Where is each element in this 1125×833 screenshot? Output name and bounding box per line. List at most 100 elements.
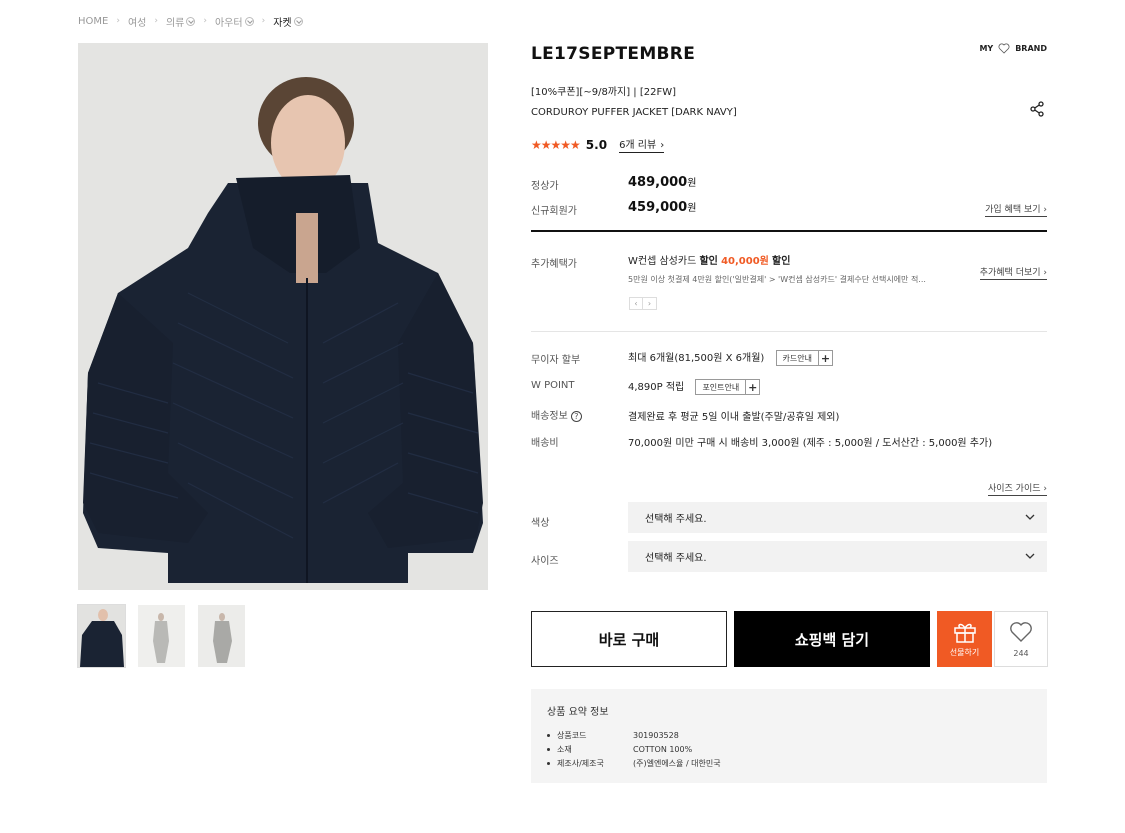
rating-score: 5.0 (585, 137, 608, 152)
breadcrumb-label[interactable]: 자켓 (273, 14, 291, 29)
gift-icon (953, 623, 976, 643)
fee-value: 70,000원 미만 구매 시 배송비 3,000원 (제주 : 5,000원 … (628, 438, 993, 449)
thumbnail-image (138, 605, 185, 667)
breadcrumb: HOME › 여성 › 의류 › 아우터 › 자켓 (78, 14, 303, 29)
summary-value: 301903528 (633, 730, 679, 740)
point-guide-label: 포인트안내 (702, 382, 740, 392)
benefit-title: W컨셉 삼성카드 할인 40,000원 할인 (628, 252, 790, 267)
regular-price: 489,000원 (628, 174, 696, 190)
product-summary: 상품 요약 정보 상품코드 301903528 소재 COTTON 100% 제… (531, 689, 1047, 783)
member-price: 459,000원 (628, 199, 696, 215)
product-photo (78, 43, 488, 590)
thumbnail-3[interactable] (198, 605, 245, 667)
thumbnail-list (77, 604, 245, 668)
divider (531, 230, 1047, 232)
heart-icon[interactable] (998, 43, 1010, 54)
review-count[interactable]: 6개 리뷰 (619, 140, 656, 151)
benefit-discount-word: 할인 (699, 256, 718, 267)
product-main-image[interactable] (78, 43, 488, 590)
summary-key: 제조사/제조국 (547, 758, 633, 769)
plus-icon: + (745, 380, 759, 394)
shipping-value: 결제완료 후 평균 5일 이내 출발(주말/공휴일 제외) (628, 412, 840, 423)
installment-label: 무이자 할부 (531, 355, 581, 366)
divider (531, 331, 1047, 332)
my-brand-toggle[interactable]: MY BRAND (979, 43, 1047, 54)
currency: 원 (687, 178, 697, 189)
breadcrumb-label[interactable]: 여성 (128, 14, 146, 29)
breadcrumb-clothing[interactable]: › 의류 (146, 14, 196, 29)
summary-row: 소재 COTTON 100% (547, 742, 1031, 756)
brand-label: BRAND (1015, 44, 1047, 53)
my-label: MY (979, 44, 994, 53)
card-guide-label: 카드안내 (782, 353, 812, 363)
summary-row: 제조사/제조국 (주)엘엔에스율 / 대한민국 (547, 756, 1031, 770)
chevron-right-icon: › (116, 16, 120, 26)
gift-label: 선물하기 (949, 647, 980, 657)
brand-name[interactable]: LE17SEPTEMBRE (531, 44, 695, 64)
breadcrumb-home[interactable]: HOME (78, 16, 108, 27)
heart-icon (1010, 621, 1032, 642)
summary-key: 상품코드 (547, 730, 633, 741)
currency: 원 (687, 203, 697, 214)
installment-row: 최대 6개월(81,500원 X 6개월) 카드안내 + (628, 349, 833, 366)
review-link[interactable]: 6개 리뷰 › (619, 136, 665, 153)
summary-key: 소재 (547, 744, 633, 755)
more-benefit-link[interactable]: 추가혜택 더보기 › (979, 265, 1047, 280)
chevron-right-icon: › (203, 16, 207, 26)
like-button[interactable]: 244 (994, 611, 1048, 667)
benefit-card: W컨셉 삼성카드 (628, 256, 697, 267)
member-price-value: 459,000 (628, 200, 688, 215)
gift-button[interactable]: 선물하기 (937, 611, 992, 667)
breadcrumb-label[interactable]: HOME (78, 16, 108, 27)
summary-row: 상품코드 301903528 (547, 728, 1031, 742)
size-label: 사이즈 (531, 556, 559, 567)
color-select-value: 선택해 주세요. (645, 514, 707, 525)
dropdown-icon[interactable] (186, 16, 196, 26)
color-label: 색상 (531, 518, 550, 529)
star-rating-icon: ★★★★★ (531, 137, 581, 152)
point-label: W POINT (531, 380, 575, 391)
dropdown-icon[interactable] (293, 16, 303, 26)
plus-icon: + (817, 351, 832, 365)
installment-value: 최대 6개월(81,500원 X 6개월) (628, 353, 765, 364)
point-row: 4,890P 적립 포인트안내 + (628, 378, 761, 395)
thumbnail-1[interactable] (77, 604, 126, 668)
shipping-label: 배송정보? (531, 407, 582, 422)
chevron-right-icon: › (261, 16, 266, 26)
size-guide-link[interactable]: 사이즈 가이드 › (987, 481, 1047, 496)
size-select-value: 선택해 주세요. (645, 553, 707, 564)
point-guide-button[interactable]: 포인트안내 + (695, 379, 761, 395)
next-arrow-icon[interactable]: › (643, 297, 657, 310)
add-to-bag-button[interactable]: 쇼핑백 담기 (734, 611, 930, 667)
color-select[interactable]: 선택해 주세요. (628, 502, 1047, 533)
like-count: 244 (1013, 648, 1029, 658)
chevron-down-icon (1025, 514, 1035, 520)
thumbnail-2[interactable] (138, 605, 185, 667)
breadcrumb-jacket[interactable]: › 자켓 (254, 14, 303, 29)
breadcrumb-label[interactable]: 아우터 (215, 14, 243, 29)
card-guide-button[interactable]: 카드안내 + (775, 350, 833, 366)
point-value: 4,890P 적립 (628, 382, 685, 393)
breadcrumb-label[interactable]: 의류 (166, 14, 184, 29)
summary-value: COTTON 100% (633, 744, 693, 754)
promo-text: [10%쿠폰][~9/8까지] | [22FW] (531, 87, 676, 98)
member-price-label: 신규회원가 (531, 206, 577, 217)
thumbnail-image (78, 605, 125, 667)
size-select[interactable]: 선택해 주세요. (628, 541, 1047, 572)
buy-now-button[interactable]: 바로 구매 (531, 611, 727, 667)
join-benefit-link[interactable]: 가입 혜택 보기 › (985, 202, 1047, 217)
rating: ★★★★★ 5.0 6개 리뷰 › (531, 136, 665, 153)
benefit-pager: ‹ › (629, 297, 657, 310)
benefit-amount: 40,000원 (721, 256, 769, 267)
benefit-description: 5만원 이상 첫결제 4만원 할인('일반결제' > 'W컨셉 삼성카드' 결제… (628, 275, 926, 284)
breadcrumb-women[interactable]: › 여성 (108, 14, 146, 29)
prev-arrow-icon[interactable]: ‹ (629, 297, 643, 310)
help-icon[interactable]: ? (570, 410, 582, 422)
fee-label: 배송비 (531, 438, 559, 449)
breadcrumb-outer[interactable]: › 아우터 (195, 14, 254, 29)
regular-price-label: 정상가 (531, 181, 559, 192)
chevron-right-icon: › (154, 16, 158, 26)
summary-title: 상품 요약 정보 (547, 707, 609, 718)
dropdown-icon[interactable] (244, 16, 254, 26)
share-icon[interactable] (1029, 101, 1045, 117)
